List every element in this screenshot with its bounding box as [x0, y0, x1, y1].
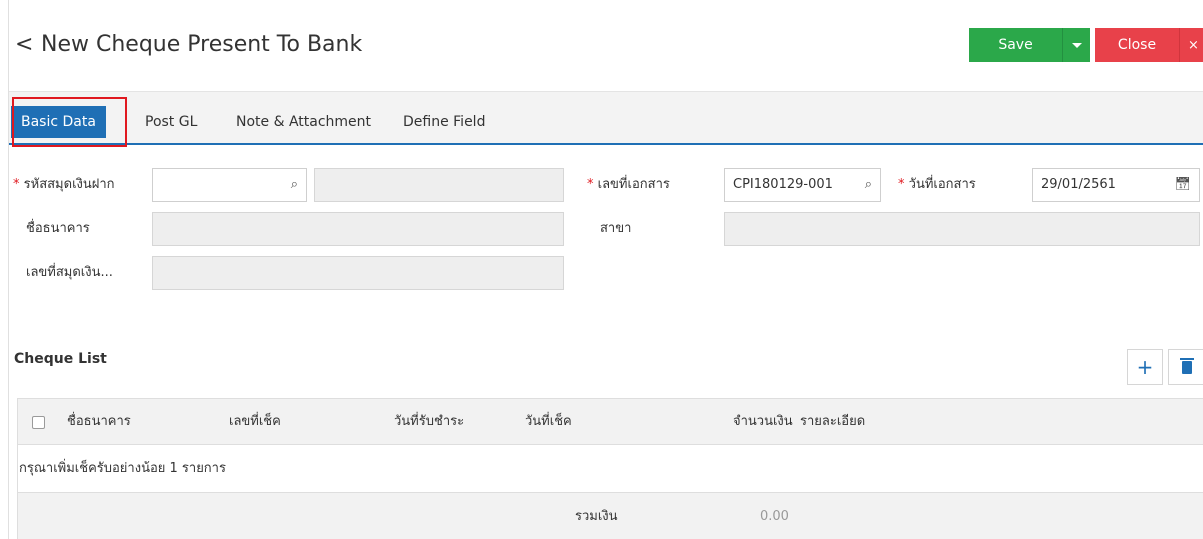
cheque-table: ชื่อธนาคาร เลขที่เช็ค วันที่รับชำระ วันท… [17, 398, 1203, 539]
table-header: ชื่อธนาคาร เลขที่เช็ค วันที่รับชำระ วันท… [18, 399, 1203, 445]
empty-message: กรุณาเพิ่มเช็ครับอย่างน้อย 1 รายการ [19, 461, 226, 476]
caret-down-icon [1071, 42, 1082, 48]
page-title: New Cheque Present To Bank [41, 32, 363, 57]
close-button-group: Close × [1095, 28, 1203, 62]
add-cheque-button[interactable]: + [1127, 349, 1163, 385]
required-mark: * [898, 177, 909, 192]
required-mark: * [13, 177, 24, 192]
bank-name-field [152, 212, 564, 246]
table-footer: รวมเงิน 0.00 [18, 493, 1203, 539]
save-button-group: Save [969, 28, 1090, 62]
select-all-checkbox[interactable] [32, 416, 45, 429]
tab-note-attachment[interactable]: Note & Attachment [236, 106, 371, 138]
bank-name-label: ชื่อธนาคาร [26, 221, 90, 236]
column-header[interactable]: เลขที่เช็ค [229, 399, 281, 445]
required-mark: * [587, 177, 598, 192]
column-header[interactable]: วันที่รับชำระ [394, 399, 464, 445]
doc-date-input[interactable]: 29/01/2561 📅︎ [1032, 168, 1200, 202]
doc-date-value: 29/01/2561 [1041, 177, 1116, 192]
cheque-list-title: Cheque List [14, 351, 107, 367]
delete-cheque-button[interactable] [1168, 349, 1203, 385]
book-no-label: เลขที่สมุดเงิน... [26, 265, 113, 280]
column-header[interactable]: วันที่เช็ค [525, 399, 572, 445]
plus-icon: + [1136, 355, 1154, 379]
search-icon[interactable]: ⌕ [865, 169, 872, 201]
total-value: 0.00 [760, 509, 789, 524]
back-icon[interactable]: < [15, 30, 35, 60]
book-no-field [152, 256, 564, 290]
page-header: < New Cheque Present To Bank Save Close … [9, 0, 1203, 92]
save-button[interactable]: Save [969, 28, 1062, 62]
doc-no-value: CPI180129-001 [733, 177, 833, 192]
deposit-book-name-field [314, 168, 564, 202]
total-label: รวมเงิน [575, 509, 618, 524]
close-button[interactable]: Close [1095, 28, 1179, 62]
doc-date-label-text: วันที่เอกสาร [908, 177, 976, 192]
doc-no-label: * เลขที่เอกสาร [587, 168, 670, 202]
table-row: กรุณาเพิ่มเช็ครับอย่างน้อย 1 รายการ [18, 445, 1203, 493]
deposit-book-code-input[interactable]: ⌕ [152, 168, 307, 202]
search-icon[interactable]: ⌕ [291, 169, 298, 201]
doc-date-label: * วันที่เอกสาร [898, 168, 976, 202]
column-header[interactable]: ชื่อธนาคาร [67, 399, 131, 445]
tab-define-field[interactable]: Define Field [403, 106, 485, 138]
doc-no-label-text: เลขที่เอกสาร [597, 177, 670, 192]
save-options-button[interactable] [1062, 28, 1090, 62]
trash-icon [1179, 357, 1194, 374]
column-header[interactable]: จำนวนเงิน [733, 399, 793, 445]
tab-basic-data[interactable]: Basic Data [11, 106, 106, 138]
deposit-book-code-label-text: รหัสสมุดเงินฝาก [23, 177, 115, 192]
page-frame: < New Cheque Present To Bank Save Close … [8, 0, 1203, 539]
deposit-book-code-label: * รหัสสมุดเงินฝาก [13, 168, 115, 202]
tab-post-gl[interactable]: Post GL [145, 106, 197, 138]
calendar-icon[interactable]: 📅︎ [1174, 169, 1191, 201]
tab-bar: Basic Data Post GL Note & Attachment Def… [9, 92, 1203, 145]
branch-field [724, 212, 1200, 246]
branch-label: สาขา [600, 221, 632, 236]
close-x-icon[interactable]: × [1179, 28, 1203, 62]
column-header[interactable]: รายละเอียด [800, 399, 865, 445]
doc-no-input[interactable]: CPI180129-001 ⌕ [724, 168, 881, 202]
